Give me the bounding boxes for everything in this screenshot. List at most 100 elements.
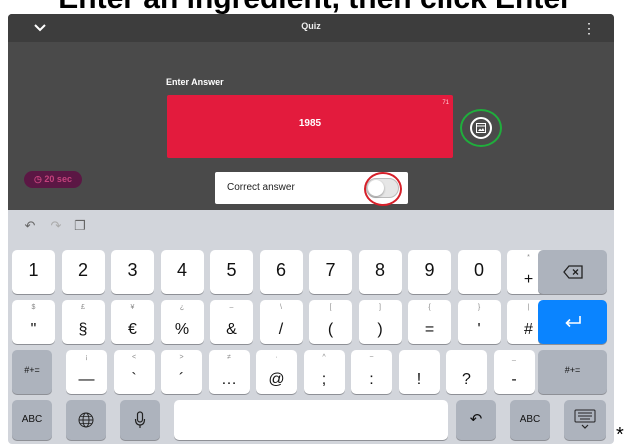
key-row2-6[interactable]: [(: [309, 300, 352, 344]
key-row3-8[interactable]: ?: [446, 350, 487, 394]
key-hint: £: [81, 304, 85, 311]
microphone-icon[interactable]: [120, 400, 160, 440]
key-hint: ¿: [179, 304, 185, 311]
key-hint: ^: [322, 354, 326, 361]
highlight-ring: [364, 172, 402, 206]
key-row2-8[interactable]: {=: [408, 300, 451, 344]
key-hint: \: [280, 304, 282, 311]
key-hint: ≠: [227, 354, 231, 361]
key-label: &: [226, 321, 237, 338]
key-row1-5[interactable]: 6: [259, 250, 303, 294]
title-bar: Quiz ⋮: [8, 14, 614, 42]
more-options-icon[interactable]: ⋮: [582, 18, 596, 38]
key-label: ;: [321, 371, 327, 388]
key-row2-2[interactable]: ¥ €: [111, 300, 154, 344]
key-row1-8[interactable]: 9: [408, 250, 451, 294]
key-row1-3[interactable]: 4: [160, 250, 204, 294]
key-label: ´: [178, 371, 185, 388]
key-label: (: [327, 321, 334, 338]
key-row2-0[interactable]: $ ": [12, 300, 55, 344]
key-hint: {: [428, 304, 431, 311]
key-label: -: [511, 371, 517, 388]
symbol-mode-key-right[interactable]: #+=: [538, 350, 607, 394]
key-label: €: [128, 321, 137, 338]
key-label: :: [369, 371, 374, 388]
key-row1-6[interactable]: 7: [309, 250, 352, 294]
key-row3-4[interactable]: · @: [256, 350, 297, 394]
page-title: Quiz: [301, 21, 321, 31]
key-row2-3[interactable]: ¿%: [160, 300, 204, 344]
key-label: §: [78, 321, 88, 338]
insert-image-button[interactable]: [460, 109, 502, 147]
key-label: @: [268, 371, 285, 388]
clipboard-icon[interactable]: ❐: [72, 218, 88, 234]
key-hint: ]: [379, 304, 381, 311]
timer-label: 20 sec: [44, 174, 72, 184]
clock-icon: ◷: [34, 174, 42, 184]
key-row2-4[interactable]: – &: [210, 300, 253, 344]
key-label: !: [416, 371, 422, 388]
key-label: =: [424, 321, 435, 338]
key-row3-5[interactable]: ^;: [303, 350, 345, 394]
key-row2-9[interactable]: } ': [457, 300, 501, 344]
abc-key-left[interactable]: ABC: [12, 400, 52, 440]
timer-badge[interactable]: ◷ 20 sec: [24, 171, 82, 188]
symbol-mode-key-left[interactable]: #+=: [12, 350, 52, 394]
return-key[interactable]: [538, 300, 607, 344]
key-label: ': [477, 321, 481, 338]
key-row1-2[interactable]: 3: [111, 250, 154, 294]
answer-value: 1985: [298, 118, 322, 129]
key-label: `: [131, 371, 137, 388]
correct-answer-label: Correct answer: [227, 182, 295, 193]
redo-icon[interactable]: ↷: [48, 218, 64, 234]
key-label: —: [78, 371, 95, 388]
key-label: ?: [462, 371, 471, 388]
key-label: /: [278, 321, 284, 338]
key-label: %: [174, 321, 190, 338]
answer-input[interactable]: 71 1985: [167, 95, 453, 158]
key-hint: $: [31, 304, 36, 311]
enter-answer-label: Enter Answer: [166, 77, 224, 87]
key-label: ): [377, 321, 383, 338]
globe-icon[interactable]: [66, 400, 106, 440]
keyboard-dismiss-icon[interactable]: [564, 400, 606, 440]
key-row1-9[interactable]: 0: [457, 250, 501, 294]
key-hint: –: [229, 304, 234, 311]
key-row1-4[interactable]: 5: [210, 250, 253, 294]
undo-icon[interactable]: ↶: [22, 218, 38, 234]
space-key[interactable]: [174, 400, 448, 440]
trailing-mark: *: [616, 424, 624, 446]
key-row3-6[interactable]: ~:: [351, 350, 392, 394]
key-row2-7[interactable]: ]): [358, 300, 402, 344]
key-row3-9[interactable]: _ -: [493, 350, 535, 394]
key-row3-7[interactable]: !: [398, 350, 440, 394]
undo-key-icon[interactable]: ↶: [456, 400, 496, 440]
delete-key[interactable]: [538, 250, 607, 294]
key-hint: ¡: [85, 354, 88, 361]
key-hint: <: [131, 354, 137, 361]
key-hint: ·: [275, 354, 278, 361]
key-label: …: [221, 371, 237, 388]
device-screen: Quiz ⋮ Enter Answer 71 1985 ◷ 20 sec Cor…: [8, 14, 614, 444]
key-row1-7[interactable]: 8: [358, 250, 402, 294]
key-row2-1[interactable]: £ §: [61, 300, 105, 344]
key-hint: >: [179, 354, 184, 361]
key-row3-0[interactable]: ¡ —: [66, 350, 107, 394]
key-row3-3[interactable]: ≠…: [208, 350, 250, 394]
key-row3-1[interactable]: < `: [113, 350, 155, 394]
key-hint: ¥: [130, 304, 135, 311]
abc-key-right[interactable]: ABC: [510, 400, 550, 440]
key-row3-2[interactable]: > ´: [161, 350, 202, 394]
overlay-caption: Enter an ingredient, then click Enter: [0, 0, 630, 14]
key-hint: ~: [369, 354, 374, 361]
key-row1-1[interactable]: 2: [61, 250, 105, 294]
key-hint: _: [512, 354, 516, 361]
key-hint: [: [329, 304, 332, 311]
key-row2-5[interactable]: \ /: [259, 300, 303, 344]
onscreen-keyboard: ↶ ↷ ❐ 1 2 3 4 5 6 7 8 9 0 * + $ " £ § ¥ € ¿% – & \ /[(]){=} ' |…: [8, 210, 614, 444]
key-label: ": [30, 321, 37, 338]
image-icon: [470, 117, 492, 139]
character-count: 71: [442, 100, 449, 106]
key-row1-0[interactable]: 1: [12, 250, 55, 294]
quiz-editor: Quiz ⋮ Enter Answer 71 1985 ◷ 20 sec Cor…: [8, 14, 614, 210]
